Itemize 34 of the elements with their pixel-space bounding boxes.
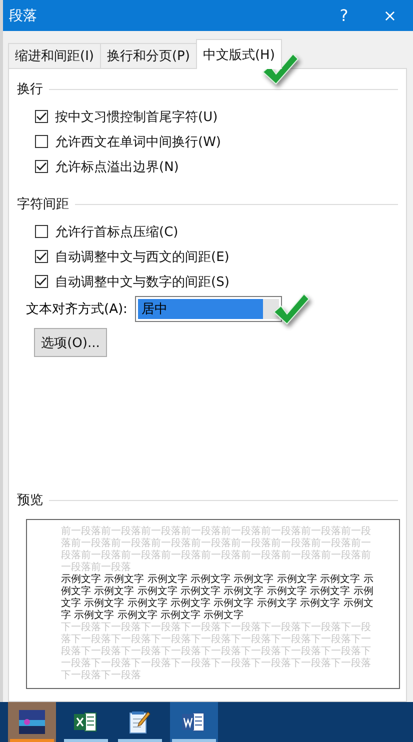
notepad-icon [129,710,151,734]
tab[interactable]: 中文版式(H) [196,39,282,69]
sample-text: 示例文字 示例文字 示例文字 示例文字 示例文字 示例文字 示例文字 示例文字 示例文字 示例文字 示例文字 示例文字 示例文字 示例文字 示例文字 示例文字 示例文字 示例文字 示例文字 示例文字 示例文字 示例文字 示例文字 示例文字 示例文字 示例文字 [61,574,374,622]
checkbox-label: 允许西文在单词中间换行(W) [55,134,221,150]
section-heading: 换行 [17,81,43,98]
taskbar-item[interactable] [8,702,56,742]
dropdown-arrow-button[interactable] [263,299,280,319]
alignment-dropdown[interactable]: 居中 [138,299,264,319]
close-button[interactable]: × [367,0,413,31]
check-mark-icon [272,292,310,326]
spreadsheet-app-icon [74,711,98,733]
checkbox[interactable] [35,250,48,263]
checkbox-label: 自动调整中文与西文的间距(E) [55,248,230,266]
checkbox-label: 允许标点溢出边界(N) [55,158,179,176]
checkbox-label: 按中文习惯控制首尾字符(U) [55,108,218,126]
field-label: 文本对齐方式(A): [26,301,128,318]
checkbox[interactable] [35,110,48,123]
next-paragraph-text: 下一段落下一段落下一段落下一段落下一段落下一段落下一段落下一段落下一段落下一段落下一段落下一段落下一段落下一段落下一段落下一段落下一段落下一段落下一段落下一段落下一段落下一段落下一段落下一段落下一段落下一段落下一段落下一段落下一段落下一段落下一段落下一段落下一段落 [61,622,372,682]
tab[interactable]: 缩进和间距(I) [8,43,101,68]
checkbox[interactable] [35,160,48,173]
previous-paragraph-text: 前一段落前一段落前一段落前一段落前一段落前一段落前一段落前一段落前一段落前一段落前一段落前一段落前一段落前一段落前一段落前一段落前一段落前一段落前一段落前一段落前一段落前一段落前一段落前一段落前一段落 [61,526,372,574]
section-heading: 字符间距 [17,196,69,213]
word-processor-icon [182,711,206,733]
help-button[interactable]: ? [321,0,367,31]
options-button[interactable]: 选项(O)... [34,328,107,357]
checkbox-label: 允许行首标点压缩(C) [55,224,178,240]
checkbox-label: 自动调整中文与数字的间距(S) [55,274,230,290]
picture-thumbnail-icon [19,710,45,734]
taskbar-item[interactable] [170,702,218,742]
checkbox[interactable] [35,135,48,148]
section-heading: 预览 [17,492,43,509]
window-title: 段落 [8,6,38,24]
checkbox[interactable] [35,225,48,238]
checkbox[interactable] [35,275,48,288]
